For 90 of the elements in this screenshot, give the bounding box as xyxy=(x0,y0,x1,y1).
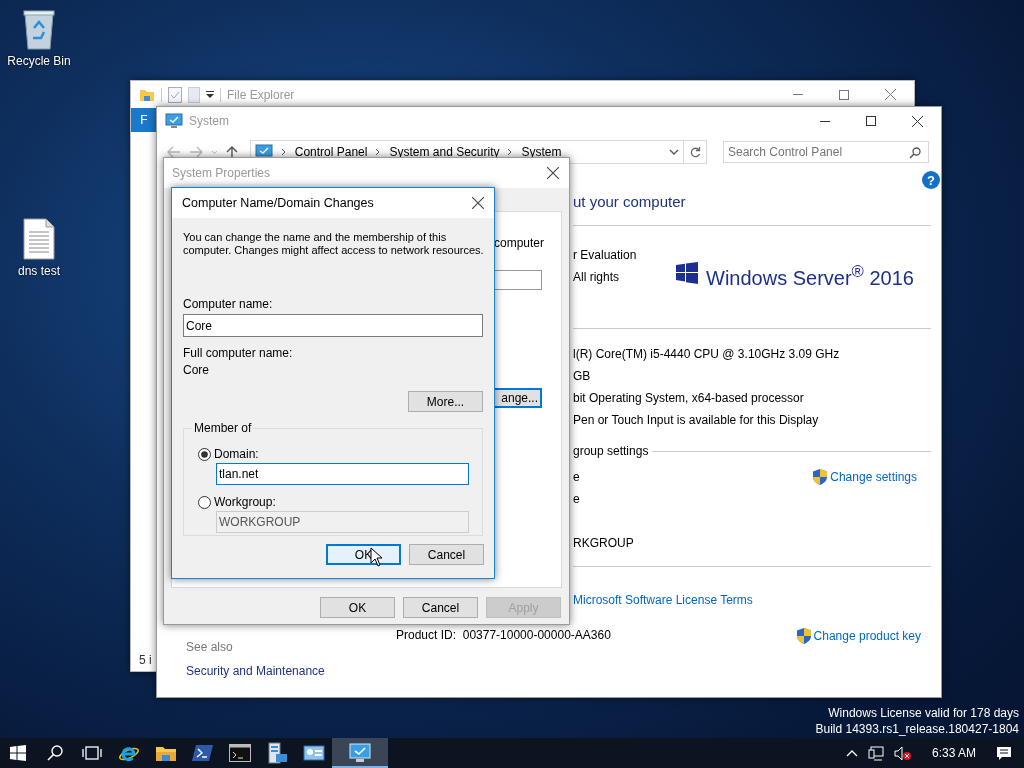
forward-arrow-icon[interactable] xyxy=(188,146,203,158)
text-document-icon[interactable] xyxy=(23,218,55,260)
shield-icon xyxy=(813,469,828,485)
refresh-button[interactable] xyxy=(684,140,707,164)
minimize-icon[interactable] xyxy=(820,120,830,122)
shell-prompt-icon[interactable] xyxy=(191,744,214,762)
window-title: File Explorer xyxy=(227,87,295,102)
status-text: 5 i xyxy=(139,653,152,667)
text-field[interactable] xyxy=(494,270,542,290)
desktop-icon-label[interactable]: Recycle Bin xyxy=(7,54,71,68)
security-maintenance-link[interactable]: Security and Maintenance xyxy=(186,664,396,678)
properties-check-icon[interactable] xyxy=(168,86,182,103)
chevron-right-icon xyxy=(507,148,514,156)
section-title: group settings xyxy=(573,444,649,458)
system-info-text: GB xyxy=(573,369,591,383)
computer-name-info-text: e xyxy=(573,470,580,484)
close-icon[interactable] xyxy=(912,115,923,127)
help-icon[interactable]: ? xyxy=(922,171,940,189)
chevron-up-icon[interactable] xyxy=(845,749,858,757)
page-heading: ut your computer xyxy=(573,193,687,211)
change-settings-link[interactable]: Change settings xyxy=(813,469,917,485)
folder-icon[interactable] xyxy=(154,744,177,762)
edition-text: All rights xyxy=(573,270,620,284)
windows-start-icon[interactable] xyxy=(10,745,26,761)
dialog-button[interactable]: OK xyxy=(326,544,401,565)
maximize-icon[interactable] xyxy=(866,116,876,126)
radio-label[interactable]: Domain: xyxy=(214,447,259,461)
product-id-text: Product ID: 00377-10000-00000-AA360 xyxy=(396,628,611,642)
search-field[interactable]: Search Control Panel xyxy=(723,141,929,163)
chevron-right-icon xyxy=(280,148,287,156)
field-label: Computer name: xyxy=(183,297,274,311)
field-label: Full computer name: xyxy=(183,346,294,360)
clock-text[interactable]: 6:33 AM xyxy=(921,746,986,760)
chevron-right-icon xyxy=(375,148,382,156)
dialog-button[interactable]: OK xyxy=(320,597,395,618)
id-card-icon[interactable] xyxy=(302,744,325,762)
monitor-check-icon[interactable] xyxy=(349,743,371,763)
desktop-icon-label[interactable]: dns test xyxy=(18,264,60,278)
recycle-bin-icon[interactable] xyxy=(22,8,56,50)
system-info-text: Pen or Touch Input is available for this Display xyxy=(573,413,819,427)
windows-server-logo-text: Windows Server$^{®}$ 2016 xyxy=(706,262,914,290)
dropdown-caret-icon[interactable] xyxy=(206,90,214,99)
search-icon[interactable] xyxy=(46,745,63,761)
speaker-muted-icon[interactable] xyxy=(893,745,912,761)
file-tab[interactable]: F xyxy=(131,108,157,132)
console-window-icon[interactable] xyxy=(228,744,251,762)
back-arrow-icon[interactable] xyxy=(167,146,181,158)
network-icon[interactable] xyxy=(867,745,884,761)
shield-icon xyxy=(796,628,811,644)
radio-button[interactable] xyxy=(198,495,211,509)
taskbar-app-button[interactable] xyxy=(332,738,388,768)
radio-label[interactable]: Workgroup: xyxy=(214,495,276,509)
up-arrow-icon[interactable] xyxy=(225,145,238,159)
dialog-button[interactable]: Cancel xyxy=(409,544,484,565)
radio-button[interactable] xyxy=(198,447,211,461)
panel-text: computer xyxy=(494,236,546,250)
change-product-key-link[interactable]: Change product key xyxy=(796,628,921,644)
evaluation-notice-text: Build 14393.rs1_release.180427-1804 xyxy=(815,722,1019,736)
group-title: Member of xyxy=(192,421,254,435)
breadcrumb[interactable]: System xyxy=(521,145,562,159)
search-icon[interactable] xyxy=(909,147,921,159)
task-view-icon[interactable] xyxy=(81,746,102,760)
breadcrumb[interactable]: Control Panel xyxy=(294,145,368,159)
dialog-title: Computer Name/Domain Changes xyxy=(182,196,374,210)
member-field[interactable]: tlan.net xyxy=(216,463,469,485)
notification-icon[interactable] xyxy=(996,745,1012,761)
computer-name-info-text: RKGROUP xyxy=(573,536,634,550)
more-button[interactable]: More... xyxy=(408,391,483,412)
monitor-check-icon xyxy=(165,113,183,129)
see-also-label: See also xyxy=(186,640,234,654)
license-terms-link[interactable]: Microsoft Software License Terms xyxy=(573,593,753,607)
dropdown-chevron-icon[interactable] xyxy=(669,149,680,155)
window-title: System xyxy=(189,114,229,128)
full-name-value: Core xyxy=(183,363,210,377)
server-manager-icon[interactable] xyxy=(265,742,288,764)
close-icon[interactable] xyxy=(547,167,559,179)
computer-name-field[interactable]: Core xyxy=(183,314,483,337)
windows-logo-icon xyxy=(676,262,698,284)
dialog-title: System Properties xyxy=(172,166,271,180)
edition-text: r Evaluation xyxy=(573,248,638,262)
description-text: You can change the name and the membership of this computer. Changes might affect access to network resources. xyxy=(183,231,485,257)
breadcrumb[interactable]: System and Security xyxy=(389,145,500,159)
system-info-text: bit Operating System, x64-based processor xyxy=(573,391,804,405)
evaluation-notice-text: Windows License valid for 178 days xyxy=(828,706,1019,720)
dialog-button[interactable]: Cancel xyxy=(403,597,478,618)
close-icon[interactable] xyxy=(472,197,484,209)
refresh-icon[interactable] xyxy=(689,146,701,158)
computer-name-info-text: e xyxy=(573,492,580,506)
system-info-text: l(R) Core(TM) i5-4440 CPU @ 3.10GHz 3.09 GHz xyxy=(573,347,840,361)
mouse-pointer-icon xyxy=(370,547,382,567)
